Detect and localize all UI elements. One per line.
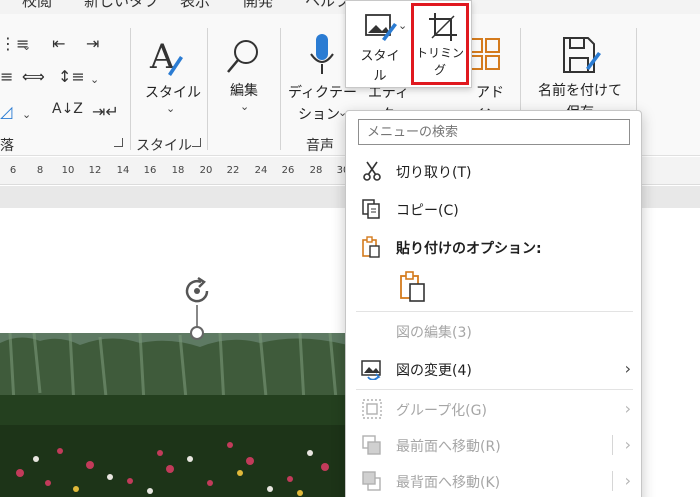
ribbon-separator [130,28,131,150]
menu-item-send-to-back[interactable]: 最背面へ移動(K) › [346,463,643,497]
save-as-label: 名前を付けて [538,83,622,99]
styles-icon: A [149,37,183,77]
menu-item-edit-picture-label: 図の編集(3) [396,325,472,341]
chevron-right-icon: › [624,435,631,454]
chevron-down-icon[interactable]: ⌄ [22,40,31,53]
selected-picture[interactable] [0,333,348,497]
menu-item-edit-picture[interactable]: 図の編集(3) [346,313,643,349]
shading-icon[interactable]: ◿ [0,104,12,120]
group-label-voice: 音声 [306,138,334,154]
ruler-number: 18 [171,165,185,176]
split-divider [612,471,613,491]
menu-item-bring-to-front-label: 最前面へ移動(R) [396,439,501,455]
ruler-number: 14 [116,165,130,176]
ruler-number: 28 [309,165,323,176]
dialog-launcher-icon[interactable] [114,138,123,147]
menu-item-bring-to-front[interactable]: 最前面へ移動(R) › [346,427,643,463]
tab-view[interactable]: 表示 [180,0,210,11]
line-spacing-icon[interactable]: ↕≡ [58,69,85,85]
bring-to-front-icon [362,435,381,455]
paste-picture-option-icon[interactable] [398,271,428,303]
ribbon-separator [207,28,208,150]
picture-style-label: スタイ [360,49,400,64]
crop-button[interactable]: トリミング [411,3,469,85]
tab-developer[interactable]: 開発 [243,0,273,11]
decrease-indent-icon[interactable]: ⇤ [52,36,65,52]
sort-icon[interactable]: A↓Z [52,102,83,116]
rotate-handle-icon[interactable] [181,275,213,307]
menu-item-copy[interactable]: コピー(C) [346,191,643,227]
ruler-number: 26 [281,165,295,176]
scissors-icon [363,161,381,181]
paste-icon [362,236,380,258]
context-menu: 切り取り(T) コピー(C) 貼り付けのオプション: 図の編集(3) [345,110,642,497]
chevron-right-icon: › [624,359,631,378]
tab-new-tab[interactable]: 新しいタブ [84,0,159,11]
split-divider [612,435,613,455]
ruler-number: 10 [61,165,75,176]
resize-handle[interactable] [190,326,204,340]
crop-label: トリミング [415,46,464,77]
picture-style-label-2: ル [373,69,387,84]
increase-indent-icon[interactable]: ⇥ [86,36,99,52]
menu-separator [356,311,633,312]
ruler-number: 22 [226,165,240,176]
tab-review[interactable]: 校閲 [22,0,52,11]
ruler-number: 24 [254,165,268,176]
menu-item-cut-label: 切り取り(T) [396,165,472,181]
paste-options-label: 貼り付けのオプション: [396,241,542,257]
chevron-down-icon[interactable]: ⌄ [22,108,31,121]
ruler-number: 20 [199,165,213,176]
chevron-right-icon: › [624,399,631,418]
menu-search-input[interactable] [358,119,630,145]
group-label-style: スタイル [136,138,192,154]
dictation-label-2: ション [298,107,340,123]
crop-icon [429,13,457,41]
add-in-label[interactable]: アド [470,82,510,102]
tab-help[interactable]: ヘルプ [305,0,350,11]
save-as-icon [563,37,601,73]
group-label-paragraph: 落 [0,138,14,154]
editing-label: 編集 [230,83,258,99]
ruler-number: 8 [36,165,44,176]
distributed-align-icon[interactable]: ⟺ [22,69,45,85]
chevron-down-icon: ⌄ [166,102,176,115]
copy-icon [362,199,380,219]
ruler-number: 16 [143,165,157,176]
chevron-down-icon: ⌄ [398,19,408,32]
send-to-back-icon [362,471,381,491]
picture-mini-toolbar: ⌄ スタイ ル トリミング [345,0,472,88]
align-icon[interactable]: ≡ [0,69,13,85]
change-picture-icon [361,360,381,380]
search-icon [227,40,258,73]
styles-label: スタイル [145,85,201,101]
chevron-down-icon: ⌄ [240,100,250,113]
menu-item-change-picture[interactable]: 図の変更(4) › [346,351,643,387]
chevron-down-icon[interactable]: ⌄ [90,73,99,86]
chevron-right-icon: › [624,471,631,490]
menu-item-send-to-back-label: 最背面へ移動(K) [396,475,501,491]
ruler-number: 6 [9,165,17,176]
ruler-number: 12 [88,165,102,176]
picture-style-icon [365,14,397,41]
dialog-launcher-icon[interactable] [192,138,201,147]
menu-item-paste-options: 貼り付けのオプション: [346,229,643,265]
group-icon [362,399,382,419]
microphone-icon [310,34,334,74]
menu-item-group-label: グループ化(G) [396,403,487,419]
garden-photo [0,333,348,497]
menu-separator [356,389,633,390]
picture-style-button[interactable]: ⌄ スタイ ル [352,3,408,85]
ribbon-separator [280,28,281,150]
menu-item-copy-label: コピー(C) [396,203,459,219]
menu-item-cut[interactable]: 切り取り(T) [346,153,643,189]
paragraph-mark-icon[interactable]: ⇥↵ [92,104,119,120]
menu-item-change-picture-label: 図の変更(4) [396,363,472,379]
menu-item-group[interactable]: グループ化(G) › [346,391,643,427]
